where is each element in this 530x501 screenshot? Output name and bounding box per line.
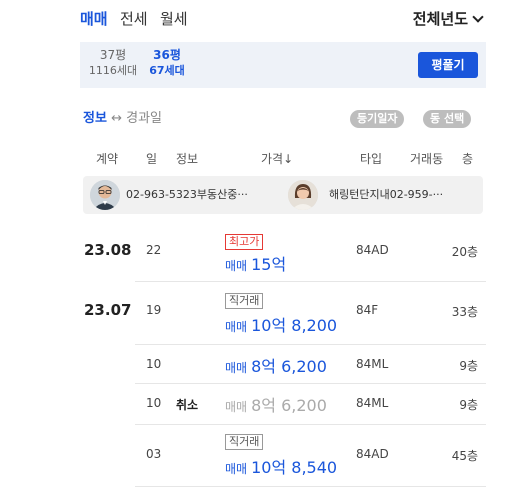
info-toggle-row: 정보 ↔ 경과일 등기일자 동 선택 — [80, 108, 486, 130]
agent-avatar[interactable] — [90, 180, 120, 210]
col-floor: 층 — [462, 152, 474, 166]
highest-price-badge: 최고가 — [225, 234, 264, 250]
agent-contact[interactable]: 해링턴단지내02-959-··· — [329, 187, 443, 203]
deal-kind: 매매 — [225, 320, 248, 334]
contract-month: 23.07 — [84, 301, 132, 319]
size-filter-bar: 37평 1116세대 36평 67세대 평풀기 — [80, 42, 486, 88]
col-contract: 계약 — [96, 152, 119, 166]
deal-kind: 매매 — [225, 361, 248, 375]
price-amount: 10억 8,540 — [251, 458, 338, 477]
col-dong: 거래동 — [410, 152, 444, 166]
size-households: 67세대 — [149, 64, 185, 77]
price-amount: 8억 6,200 — [251, 396, 327, 415]
price: 매매 8억 6,200 — [225, 392, 327, 416]
table-header: 계약 일 정보 가격↓ 타입 거래동 층 — [80, 144, 486, 172]
unit-type: 84AD — [356, 447, 389, 461]
direct-deal-badge: 직거래 — [225, 434, 264, 450]
info-secondary-label: 경과일 — [126, 111, 162, 126]
col-price-sort[interactable]: 가격↓ — [261, 150, 293, 167]
table-row[interactable]: 23.07 19 직거래 매매 10억 8,200 84F 33층 — [80, 284, 486, 340]
price-amount: 8억 6,200 — [251, 357, 327, 376]
row-divider — [135, 281, 486, 282]
col-day: 일 — [146, 152, 158, 166]
swap-arrow-icon: ↔ — [111, 111, 122, 126]
contract-day: 10 — [146, 396, 162, 410]
table-row[interactable]: 10 매매 8억 6,200 84ML 9층 — [80, 346, 486, 382]
year-select[interactable]: 전체년도 — [412, 8, 484, 30]
info-primary-label: 정보 — [83, 111, 107, 126]
table-row[interactable]: 23.08 22 최고가 매매 15억 84AD 20층 — [80, 224, 486, 276]
unit-type: 84ML — [356, 396, 389, 410]
unit-type: 84AD — [356, 243, 389, 257]
unit-type: 84ML — [356, 357, 389, 371]
contract-day: 03 — [146, 447, 162, 461]
registry-date-pill[interactable]: 등기일자 — [350, 110, 405, 128]
table-row[interactable]: 03 직거래 매매 10억 8,540 84AD 45층 — [80, 427, 486, 483]
col-type: 타입 — [360, 152, 383, 166]
pyeong-expand-button[interactable]: 평풀기 — [418, 52, 478, 78]
size-pyeong: 37평 — [99, 48, 127, 62]
deal-type-tabs: 매매 전세 월세 전체년도 — [80, 8, 486, 32]
contract-day: 22 — [146, 243, 162, 257]
tab-sale[interactable]: 매매 — [80, 8, 108, 30]
row-divider — [135, 383, 486, 384]
contract-month: 23.08 — [84, 241, 132, 259]
row-divider — [135, 344, 486, 345]
contract-day: 10 — [146, 357, 162, 371]
price-amount: 15억 — [251, 255, 287, 274]
table-row[interactable]: 10 취소 매매 8억 6,200 84ML 9층 — [80, 385, 486, 421]
deal-kind: 매매 — [225, 400, 248, 414]
chevron-down-icon — [472, 11, 484, 23]
floor: 45층 — [451, 449, 478, 463]
floor: 9층 — [459, 398, 478, 412]
deal-kind: 매매 — [225, 259, 248, 273]
price: 매매 8억 6,200 — [225, 353, 327, 377]
row-divider — [135, 424, 486, 425]
direct-deal-badge: 직거래 — [225, 293, 264, 309]
price-amount: 10억 8,200 — [251, 316, 338, 335]
person-icon — [90, 180, 120, 210]
price: 매매 10억 8,200 — [225, 312, 337, 336]
row-divider — [135, 486, 486, 487]
agent-banner: 02-963-5323부동산중··· 해링턴단지내02-959-··· — [83, 176, 483, 214]
size-option-36[interactable]: 36평 67세대 — [142, 48, 192, 78]
dong-select-pill[interactable]: 동 선택 — [423, 110, 472, 128]
deal-kind: 매매 — [225, 462, 248, 476]
floor: 9층 — [459, 359, 478, 373]
size-option-37[interactable]: 37평 1116세대 — [86, 48, 140, 78]
contract-day: 19 — [146, 303, 162, 317]
size-pyeong: 36평 — [153, 48, 181, 62]
price: 매매 15억 — [225, 251, 286, 275]
floor: 33층 — [451, 305, 478, 319]
year-select-label: 전체년도 — [412, 10, 468, 28]
transaction-panel: 매매 전세 월세 전체년도 37평 1116세대 36평 67세대 평풀기 정보… — [80, 0, 486, 501]
floor: 20층 — [451, 245, 478, 259]
agent-contact[interactable]: 02-963-5323부동산중··· — [126, 187, 248, 203]
agent-avatar[interactable] — [288, 180, 318, 210]
size-households: 1116세대 — [88, 64, 138, 77]
cancel-status: 취소 — [176, 398, 199, 412]
tab-jeonse[interactable]: 전세 — [120, 8, 148, 30]
person-icon — [288, 180, 318, 210]
info-toggle[interactable]: 정보 ↔ 경과일 — [83, 108, 162, 130]
price: 매매 10억 8,540 — [225, 454, 337, 478]
unit-type: 84F — [356, 303, 379, 317]
col-info: 정보 — [176, 152, 199, 166]
tab-wolse[interactable]: 월세 — [160, 8, 188, 30]
